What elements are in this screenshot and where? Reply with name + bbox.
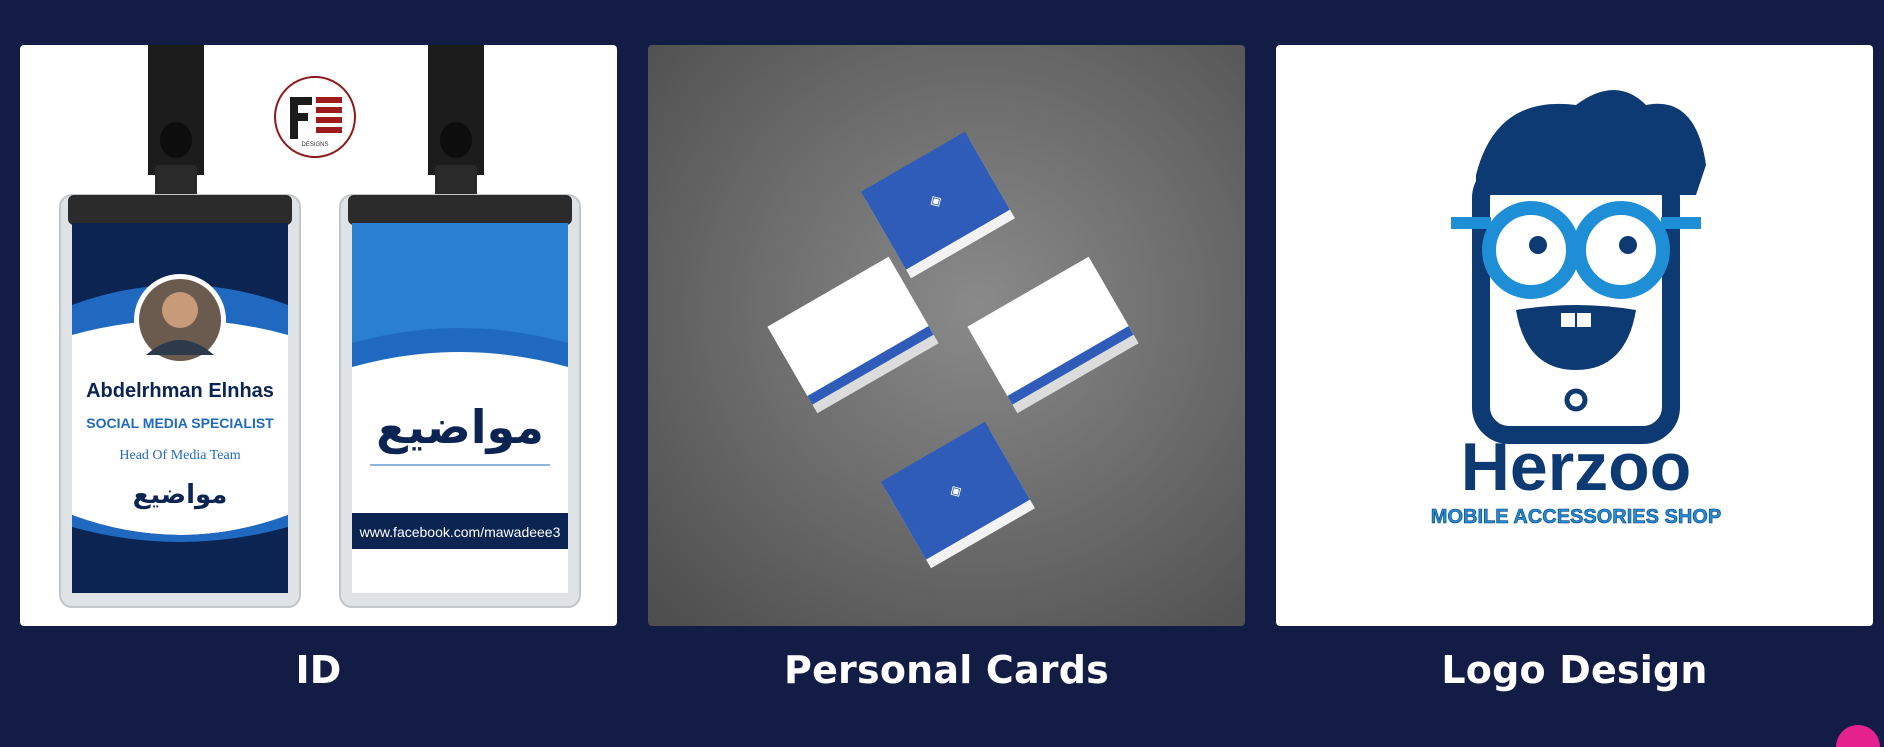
svg-text:SOCIAL MEDIA SPECIALIST: SOCIAL MEDIA SPECIALIST bbox=[86, 415, 274, 431]
svg-text:مواضيع: مواضيع bbox=[133, 480, 228, 510]
svg-text:Abdelrhman Elnhas: Abdelrhman Elnhas bbox=[86, 380, 274, 402]
floating-action-button-icon[interactable] bbox=[1836, 725, 1880, 747]
svg-text:MOBILE ACCESSORIES SHOP: MOBILE ACCESSORIES SHOP bbox=[1431, 506, 1721, 528]
project-title-personal-cards[interactable]: Personal Cards bbox=[648, 648, 1245, 692]
svg-text:مواضيع: مواضيع bbox=[376, 400, 544, 454]
project-card-personal-cards[interactable]: ◈ ◈ Personal Cards bbox=[648, 45, 1245, 692]
designer-logo-icon: DESIGNS bbox=[274, 76, 356, 158]
project-image-personal-cards[interactable]: ◈ ◈ bbox=[648, 45, 1245, 626]
project-title-id[interactable]: ID bbox=[20, 648, 617, 692]
project-card-logo-design[interactable]: Herzoo MOBILE ACCESSORIES SHOP Logo Desi… bbox=[1276, 45, 1873, 692]
svg-text:DESIGNS: DESIGNS bbox=[301, 142, 328, 148]
svg-text:www.facebook.com/mawadeee3: www.facebook.com/mawadeee3 bbox=[359, 524, 561, 540]
project-card-id[interactable]: DESIGNS Abdelrhman Elnhas SOCIAL MEDIA S… bbox=[20, 45, 617, 692]
project-image-logo-design[interactable]: Herzoo MOBILE ACCESSORIES SHOP bbox=[1276, 45, 1873, 626]
svg-text:Head Of Media Team: Head Of Media Team bbox=[119, 448, 240, 463]
svg-text:Herzoo: Herzoo bbox=[1461, 429, 1691, 505]
portfolio-grid: DESIGNS Abdelrhman Elnhas SOCIAL MEDIA S… bbox=[20, 45, 1874, 692]
project-title-logo-design[interactable]: Logo Design bbox=[1276, 648, 1873, 692]
project-image-id[interactable]: DESIGNS Abdelrhman Elnhas SOCIAL MEDIA S… bbox=[20, 45, 617, 626]
